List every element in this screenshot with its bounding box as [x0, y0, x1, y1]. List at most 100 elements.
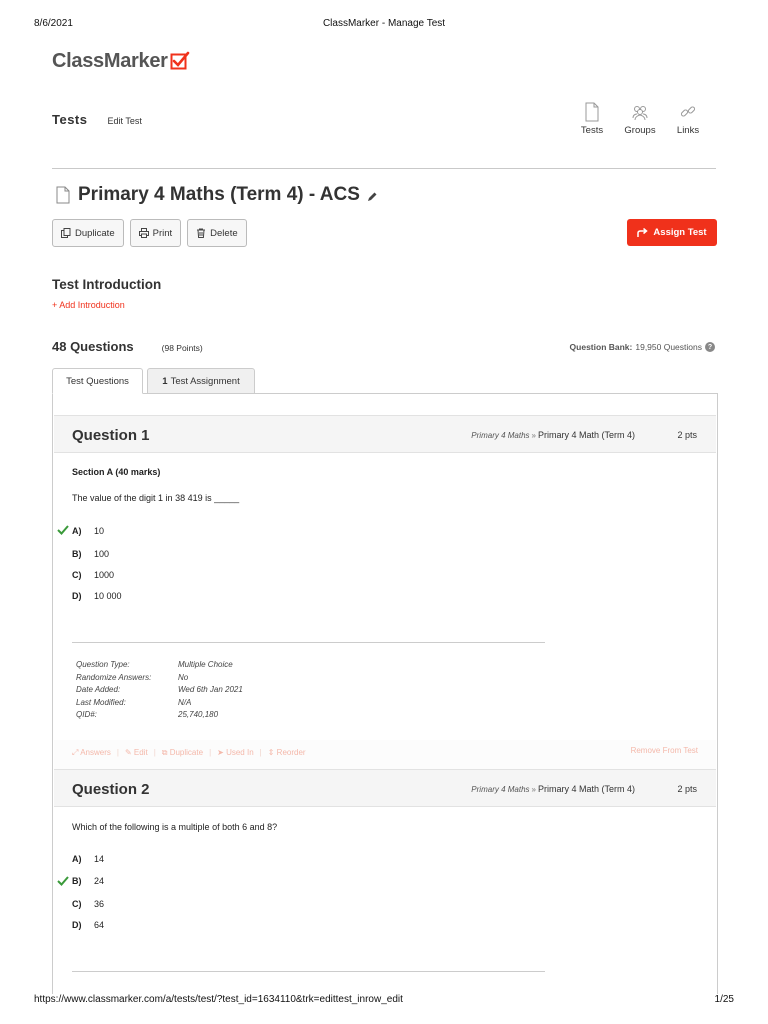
answer-value: 10 — [94, 526, 105, 536]
meta-value: Multiple Choice — [178, 660, 233, 669]
meta-key: Randomize Answers: — [76, 672, 152, 682]
question-divider — [72, 642, 545, 643]
question-tabs: Test Questions 1 Test Assignment — [52, 368, 255, 394]
answers-action[interactable]: ⤢ Answers — [72, 748, 111, 758]
question-header: Question 2 Primary 4 Maths» Primary 4 Mat… — [54, 769, 716, 807]
tab-test-questions[interactable]: Test Questions — [52, 368, 143, 394]
category-name: Primary 4 Math (Term 4) — [537, 784, 635, 794]
question-category: Primary 4 Maths» Primary 4 Math (Term 4) — [471, 430, 635, 440]
meta-key: QID#: — [76, 710, 97, 720]
top-nav: Tests Groups Links — [574, 102, 706, 136]
used-in-action[interactable]: ➤ Used In — [217, 748, 254, 758]
meta-key: Date Added: — [76, 685, 121, 695]
answer-option: B) 24 — [72, 876, 104, 886]
answers-action-label: Answers — [80, 748, 111, 757]
question-text: The value of the digit 1 in 38 419 is __… — [72, 493, 240, 503]
print-footer: https://www.classmarker.com/a/tests/test… — [34, 994, 734, 1008]
answer-option: C) 1000 — [72, 570, 114, 580]
link-icon — [680, 106, 696, 117]
question-count: 48 Questions — [52, 339, 134, 354]
add-introduction-link[interactable]: + Add Introduction — [52, 300, 125, 310]
document-icon — [56, 186, 70, 204]
duplicate-button[interactable]: Duplicate — [52, 219, 124, 247]
assign-test-label: Assign Test — [653, 227, 707, 238]
duplicate-label: Duplicate — [75, 227, 115, 239]
category-parent: Primary 4 Maths — [471, 785, 530, 794]
nav-groups[interactable]: Groups — [622, 102, 658, 136]
action-separator: | — [259, 748, 262, 757]
answer-option: D) 10 000 — [72, 591, 122, 601]
test-actions: Duplicate Print Delete — [52, 219, 247, 247]
printer-icon — [138, 228, 149, 238]
used-in-action-label: Used In — [226, 748, 254, 757]
tab-test-questions-label: Test Questions — [66, 375, 129, 387]
question-title: Question 2 — [72, 781, 150, 798]
users-icon — [632, 106, 648, 121]
question-divider — [72, 971, 545, 972]
question-section: Section A (40 marks) — [72, 467, 161, 477]
category-separator: » — [531, 431, 536, 440]
assign-test-button[interactable]: Assign Test — [627, 219, 717, 246]
meta-row: QID#: 25,740,180 — [76, 709, 243, 722]
question-bank-count: 19,950 Questions — [635, 342, 702, 352]
category-name: Primary 4 Math (Term 4) — [537, 430, 635, 440]
answer-letter: B) — [72, 876, 82, 886]
reorder-action-label: Reorder — [276, 748, 306, 757]
tab-test-assignment-label: Test Assignment — [170, 375, 240, 387]
print-button[interactable]: Print — [129, 219, 182, 247]
remove-from-test-link[interactable]: Remove From Test — [631, 746, 698, 755]
answer-value: 14 — [94, 854, 105, 864]
action-separator: | — [209, 748, 212, 757]
meta-row: Last Modified: N/A — [76, 697, 243, 710]
meta-row: Question Type: Multiple Choice — [76, 659, 243, 672]
print-url: https://www.classmarker.com/a/tests/test… — [34, 994, 403, 1005]
breadcrumb: Tests Edit Test — [52, 112, 142, 127]
header-divider — [52, 168, 716, 169]
delete-label: Delete — [210, 227, 238, 239]
breadcrumb-tests[interactable]: Tests — [52, 112, 88, 127]
total-points: (98 Points) — [161, 343, 203, 353]
question-bank-label: Question Bank: — [569, 342, 633, 352]
meta-row: Randomize Answers: No — [76, 672, 243, 685]
nav-tests[interactable]: Tests — [574, 102, 610, 136]
help-icon[interactable]: ? — [705, 342, 715, 352]
answer-letter: A) — [72, 854, 82, 864]
answer-option: C) 36 — [72, 899, 104, 909]
answer-letter: C) — [72, 899, 82, 909]
delete-button[interactable]: Delete — [187, 219, 247, 247]
answer-value: 64 — [94, 920, 105, 930]
question-points: 2 pts — [677, 784, 697, 794]
nav-groups-label: Groups — [624, 125, 656, 136]
answer-option: B) 100 — [72, 549, 109, 559]
edit-pencil-icon[interactable] — [366, 191, 378, 203]
answer-letter: A) — [72, 526, 82, 536]
question-bank-info: Question Bank: 19,950 Questions ? — [570, 342, 715, 352]
category-separator: » — [531, 785, 536, 794]
print-label: Print — [152, 227, 173, 239]
answer-value: 100 — [94, 549, 110, 559]
edit-action[interactable]: ✎ Edit — [125, 748, 148, 758]
question-category: Primary 4 Maths» Primary 4 Math (Term 4) — [471, 784, 635, 794]
classmarker-logo[interactable]: ClassMarker — [52, 48, 190, 74]
answer-letter: D) — [72, 591, 82, 601]
duplicate-action[interactable]: ⧉ Duplicate — [162, 748, 203, 758]
nav-links[interactable]: Links — [670, 102, 706, 136]
document-icon — [585, 102, 599, 122]
answer-option: A) 10 — [72, 526, 104, 536]
answer-value: 10 000 — [94, 591, 122, 601]
answer-letter: C) — [72, 570, 82, 580]
reorder-action[interactable]: ⇕ Reorder — [268, 748, 306, 758]
action-separator: | — [116, 748, 119, 757]
question-title: Question 1 — [72, 427, 150, 444]
test-title: Primary 4 Maths (Term 4) - ACS — [78, 184, 360, 205]
correct-check-icon — [57, 876, 69, 886]
meta-key: Question Type: — [76, 660, 130, 669]
answer-value: 1000 — [94, 570, 115, 580]
tab-test-assignment[interactable]: 1 Test Assignment — [147, 368, 255, 394]
answer-option: D) 64 — [72, 920, 104, 930]
question-meta: Question Type: Multiple Choice Randomize … — [76, 659, 243, 722]
meta-value: N/A — [178, 697, 192, 707]
meta-value: Wed 6th Jan 2021 — [178, 685, 243, 695]
question-header: Question 1 Primary 4 Maths» Primary 4 Mat… — [54, 415, 716, 453]
answer-option: A) 14 — [72, 854, 104, 864]
